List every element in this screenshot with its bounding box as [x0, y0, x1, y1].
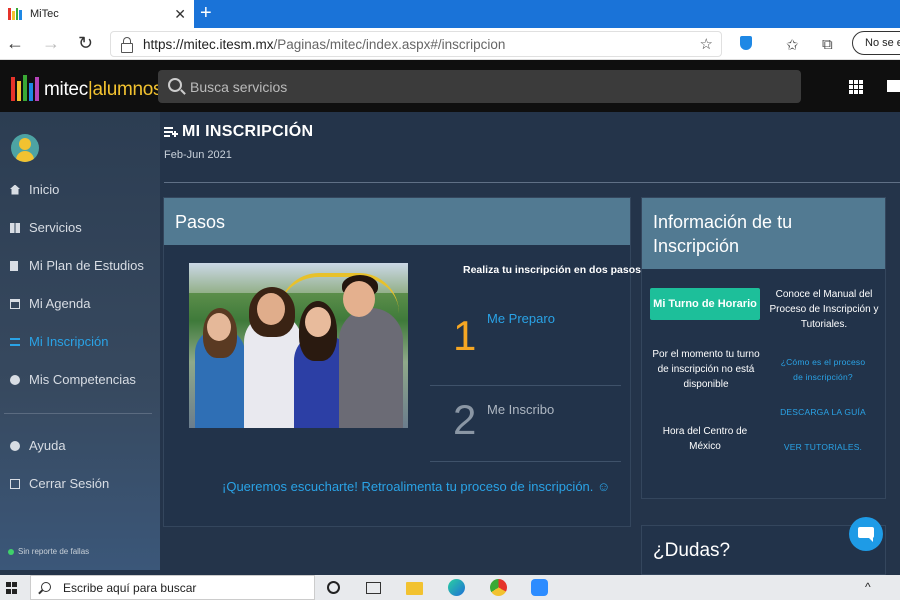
refresh-icon[interactable]: ↻	[78, 33, 93, 54]
shield-extension-icon[interactable]	[740, 36, 752, 50]
sidebar-item-label: Mi Agenda	[29, 296, 91, 311]
sidebar-item-label: Mi Plan de Estudios	[29, 258, 144, 273]
brand-suffix: |alumnos	[87, 79, 163, 100]
search-input[interactable]: Busca servicios	[158, 70, 801, 103]
header-divider	[164, 182, 900, 183]
browser-tab-bar: MiTec ✕ +	[0, 0, 900, 28]
windows-start-icon[interactable]	[6, 582, 18, 594]
sidebar-item-inicio[interactable]: Inicio	[10, 182, 59, 197]
step-2-label: Me Inscribo	[487, 402, 555, 417]
dudas-title: ¿Dudas?	[653, 540, 731, 561]
sidebar-item-label: Inicio	[29, 182, 60, 197]
taskbar-search-input[interactable]: Escribe aquí para buscar	[30, 575, 315, 600]
info-card-header: Información de tu Inscripción	[642, 198, 885, 269]
sidebar-divider	[4, 413, 152, 414]
search-icon	[41, 582, 51, 592]
search-icon	[168, 78, 182, 92]
browser-tab[interactable]: MiTec ✕	[0, 0, 194, 28]
profile-button[interactable]: No se est	[852, 31, 900, 55]
calendar-icon	[10, 298, 20, 309]
task-view-icon[interactable]	[366, 582, 381, 594]
file-explorer-icon[interactable]	[406, 582, 423, 595]
info-card-title-line2: Inscripción	[653, 236, 740, 256]
browser-toolbar: ← → ↻ https://mitec.itesm.mx/Paginas/mit…	[0, 28, 900, 60]
page-title-text: MI INSCRIPCIÓN	[182, 123, 314, 140]
tutorials-link[interactable]: VER TUTORIALES.	[772, 440, 874, 455]
step-1-link[interactable]: Me Preparo	[487, 311, 555, 326]
sidebar-item-inscripcion[interactable]: Mi Inscripción	[10, 334, 108, 349]
process-link[interactable]: ¿Cómo es el proceso de inscripción?	[776, 355, 870, 385]
feedback-link[interactable]: ¡Queremos escucharte! Retroalimenta tu p…	[222, 479, 610, 494]
sidebar-item-label: Mi Inscripción	[29, 334, 109, 349]
sidebar-item-plan-estudios[interactable]: Mi Plan de Estudios	[10, 258, 144, 273]
system-status: Sin reporte de fallas	[8, 547, 89, 556]
help-icon	[10, 440, 20, 451]
playlist-add-icon	[164, 127, 178, 137]
sidebar-item-label: Mis Competencias	[29, 372, 136, 387]
info-card-title-line1: Información de tu	[653, 212, 793, 232]
search-placeholder: Busca servicios	[190, 78, 288, 95]
steps-card-title: Pasos	[164, 198, 630, 245]
grid-icon	[10, 222, 20, 233]
sidebar-item-cerrar-sesion[interactable]: Cerrar Sesión	[10, 476, 109, 491]
turno-status-text: Por el momento tu turno de inscripción n…	[652, 349, 760, 390]
turno-horario-button[interactable]: Mi Turno de Horario	[650, 288, 760, 320]
logout-icon	[10, 478, 20, 489]
sidebar-item-label: Servicios	[29, 220, 82, 235]
sidebar-item-ayuda[interactable]: Ayuda	[10, 438, 66, 453]
download-guide-link[interactable]: DESCARGA LA GUÍA	[772, 405, 874, 420]
logo-bars-icon	[11, 75, 39, 101]
lock-icon	[121, 37, 133, 53]
steps-intro: Realiza tu inscripción en dos pasos:	[463, 264, 645, 276]
sidebar-item-agenda[interactable]: Mi Agenda	[10, 296, 90, 311]
period-label: Feb-Jun 2021	[164, 149, 232, 161]
zoom-icon[interactable]	[531, 579, 548, 596]
document-icon	[10, 260, 18, 271]
manual-text: Conoce el Manual del Proceso de Inscripc…	[769, 289, 879, 330]
favorites-icon[interactable]: ✩	[786, 36, 799, 54]
sidebar-item-servicios[interactable]: Servicios	[10, 220, 82, 235]
sidebar-item-label: Cerrar Sesión	[29, 476, 110, 491]
collections-icon[interactable]: ⧉	[822, 36, 833, 53]
page-title: MI INSCRIPCIÓN	[164, 123, 313, 141]
brand-prefix: mitec	[44, 79, 88, 100]
url-path: /Paginas/mitec/index.aspx#/inscripcion	[273, 36, 506, 52]
cortana-icon[interactable]	[327, 581, 340, 594]
close-tab-icon[interactable]: ✕	[174, 6, 186, 23]
badge-icon	[10, 374, 20, 385]
step-divider	[430, 385, 621, 386]
chrome-icon[interactable]	[490, 579, 507, 596]
apps-grid-icon[interactable]	[849, 80, 863, 94]
url-host: https://mitec.itesm.mx	[143, 36, 274, 52]
step-divider	[430, 461, 621, 462]
sidebar-item-competencias[interactable]: Mis Competencias	[10, 372, 136, 387]
status-text: Sin reporte de fallas	[18, 547, 90, 556]
avatar[interactable]	[11, 134, 39, 162]
url-bar[interactable]: https://mitec.itesm.mx/Paginas/mitec/ind…	[110, 31, 722, 57]
favorite-star-icon[interactable]: ☆	[700, 35, 713, 53]
home-icon	[10, 184, 20, 195]
status-dot-icon	[8, 548, 14, 555]
sidebar-item-label: Ayuda	[29, 438, 66, 453]
chat-icon[interactable]	[849, 517, 883, 551]
forward-icon[interactable]: →	[42, 33, 60, 54]
new-tab-icon[interactable]: +	[200, 2, 212, 25]
back-icon[interactable]: ←	[6, 33, 24, 54]
playlist-add-icon	[10, 337, 20, 346]
hora-centro-label: Hora del Centro de México	[662, 426, 748, 452]
step-1-number: 1	[453, 312, 477, 359]
mail-icon[interactable]	[887, 80, 900, 92]
students-photo	[189, 263, 408, 428]
mitec-logo[interactable]: mitec|alumnos	[11, 73, 163, 101]
taskbar-search-placeholder: Escribe aquí para buscar	[63, 581, 197, 595]
chevron-up-icon[interactable]: ^	[865, 580, 882, 597]
edge-icon[interactable]	[448, 579, 465, 596]
step-2-number: 2	[453, 396, 477, 443]
mitec-favicon-icon	[8, 8, 22, 20]
tab-title: MiTec	[30, 8, 59, 20]
